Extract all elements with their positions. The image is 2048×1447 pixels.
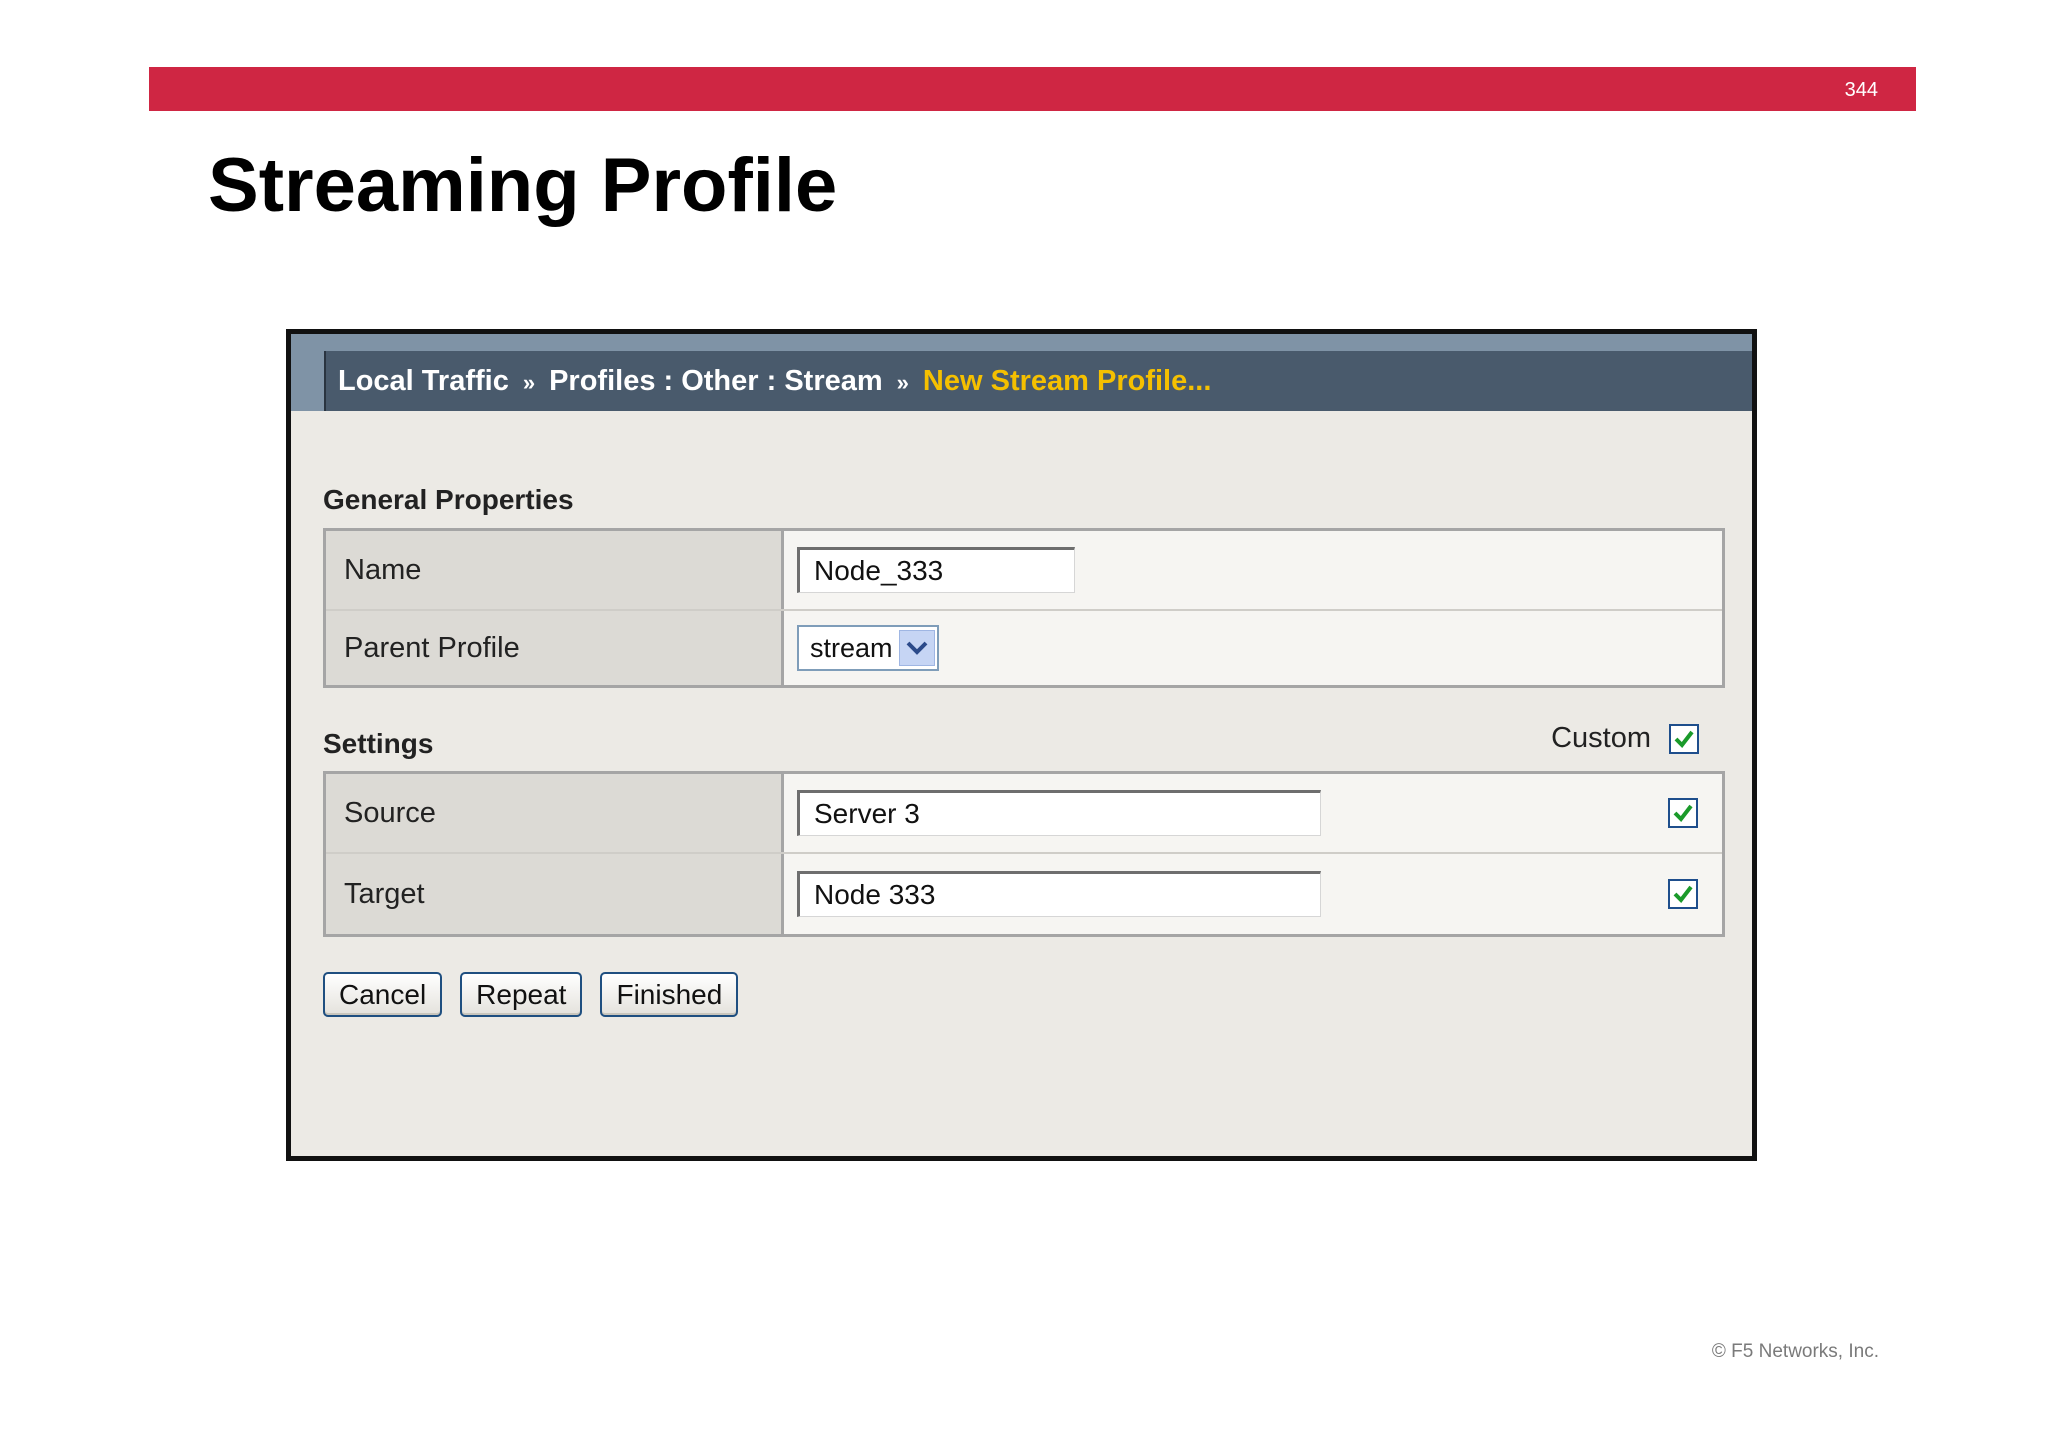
custom-label: Custom: [1551, 722, 1651, 754]
copyright: © F5 Networks, Inc.: [1711, 1341, 1879, 1362]
breadcrumb: Local Traffic » Profiles : Other : Strea…: [324, 351, 1752, 411]
cancel-button[interactable]: Cancel: [323, 972, 443, 1017]
name-value-cell: [784, 531, 1722, 609]
parent-profile-select[interactable]: stream: [797, 625, 939, 671]
settings-table: Source Target: [323, 771, 1725, 937]
screenshot-frame: Local Traffic » Profiles : Other : Strea…: [286, 329, 1757, 1161]
general-properties-title: General Properties: [323, 484, 574, 515]
target-custom-checkbox[interactable]: [1668, 879, 1698, 909]
checkmark-icon: [1674, 730, 1694, 748]
header-strip: [291, 334, 1752, 351]
target-value-cell: [784, 854, 1722, 934]
general-properties-table: Name Parent Profile stream: [323, 528, 1725, 688]
finished-button[interactable]: Finished: [600, 972, 739, 1017]
target-label: Target: [326, 854, 784, 934]
source-input[interactable]: [797, 790, 1321, 836]
source-custom-checkbox[interactable]: [1668, 798, 1698, 828]
target-row: Target: [326, 854, 1722, 934]
breadcrumb-separator-icon: »: [896, 370, 909, 395]
source-row: Source: [326, 774, 1722, 854]
breadcrumb-separator-icon: »: [522, 370, 536, 395]
parent-profile-label: Parent Profile: [326, 611, 784, 685]
repeat-button[interactable]: Repeat: [460, 972, 583, 1017]
custom-checkbox[interactable]: [1669, 723, 1699, 754]
slide-header-bar: 344: [149, 67, 1916, 111]
parent-profile-selected-value: stream: [810, 632, 893, 663]
page-number: 344: [1844, 79, 1878, 101]
chevron-down-icon[interactable]: [899, 630, 935, 666]
name-row: Name: [326, 531, 1722, 611]
settings-title: Settings: [323, 728, 434, 759]
source-value-cell: [784, 774, 1722, 852]
parent-profile-row: Parent Profile stream: [326, 611, 1722, 685]
breadcrumb-local-traffic[interactable]: Local Traffic: [338, 365, 509, 398]
checkmark-icon: [1673, 804, 1693, 823]
name-input[interactable]: [797, 547, 1075, 593]
custom-toggle: Custom: [1551, 722, 1699, 755]
checkmark-icon: [1673, 885, 1693, 904]
source-label: Source: [326, 774, 784, 852]
target-input[interactable]: [797, 871, 1321, 917]
action-buttons: Cancel Repeat Finished: [323, 972, 739, 1017]
header-gutter: [291, 351, 324, 411]
breadcrumb-profiles[interactable]: Profiles : Other : Stream: [549, 365, 883, 398]
parent-profile-value-cell: stream: [784, 611, 1722, 685]
slide-title: Streaming Profile: [208, 143, 838, 228]
breadcrumb-current: New Stream Profile...: [922, 364, 1212, 397]
name-label: Name: [326, 531, 784, 609]
